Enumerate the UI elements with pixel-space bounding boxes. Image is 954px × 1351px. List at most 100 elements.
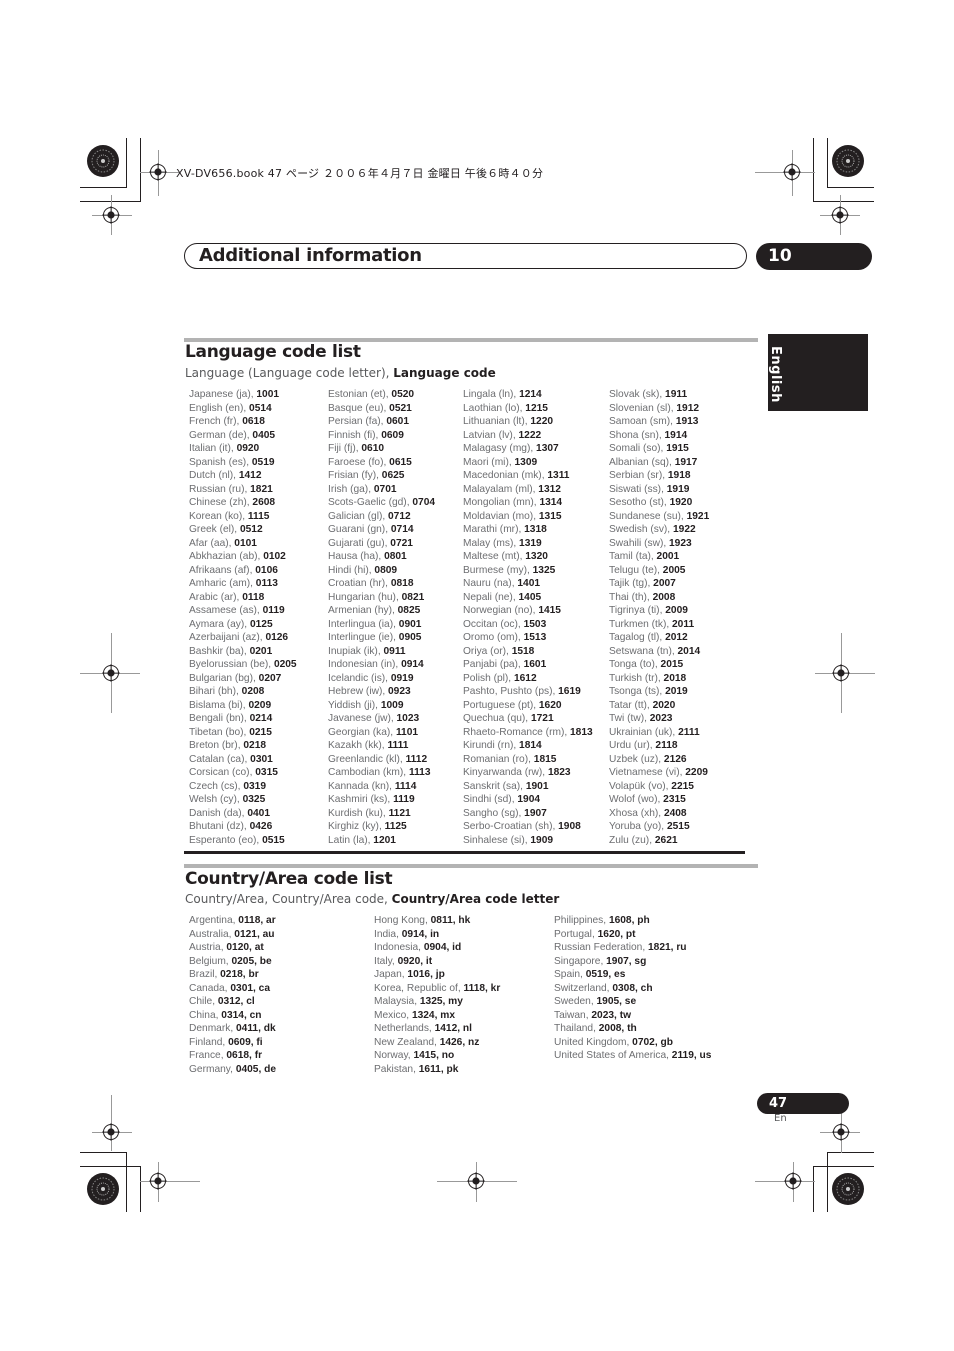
item-name: Afar (aa), (189, 537, 235, 549)
item-code: 1612 (513, 672, 537, 684)
code-list-item: India, 0914, in (374, 928, 500, 942)
item-code: 0113 (255, 578, 278, 589)
item-code: 0714 (390, 524, 414, 535)
code-list-item: Turkmen (tk), 2011 (609, 618, 709, 632)
item-name: Samoan (sm), (609, 416, 676, 427)
code-list-item: German (de), 0405 (189, 429, 297, 443)
registration-mark-icon (102, 1123, 120, 1141)
item-code: 0521 (389, 402, 412, 414)
code-list-item: Inupiak (ik), 0911 (328, 645, 435, 659)
item-code: 0315 (255, 767, 278, 778)
item-name: Hungarian (hu), (328, 591, 402, 603)
item-name: Guarani (gn), (328, 524, 391, 535)
item-name: Bhutani (dz), (189, 821, 250, 832)
code-list-item: Kashmiri (ks), 1119 (328, 793, 435, 807)
code-list-item: Romanian (ro), 1815 (463, 753, 593, 767)
code-list-item: English (en), 0514 (189, 402, 297, 416)
item-code: 0301 (250, 753, 273, 765)
code-list-item: Portugal, 1620, pt (554, 928, 711, 942)
item-name: Greek (el), (189, 524, 240, 535)
code-list-item: Zulu (zu), 2621 (609, 834, 709, 848)
item-name: Japanese (ja), (189, 389, 257, 400)
code-list-item: Sindhi (sd), 1904 (463, 793, 593, 807)
item-name: Brazil, (189, 969, 221, 980)
code-list-item: Bashkir (ba), 0201 (189, 645, 297, 659)
item-code: 1914 (664, 429, 688, 441)
code-list-item: Italy, 0920, it (374, 955, 500, 969)
item-name: Czech (cs), (189, 780, 244, 792)
item-name: Mongolian (mn), (463, 497, 540, 508)
item-code: 0911 (383, 645, 406, 657)
item-code: 0401 (247, 807, 270, 819)
item-name: Mexico, (374, 1009, 412, 1021)
code-list-item: Korea, Republic of, 1118, kr (374, 982, 500, 996)
code-list-item: Oromo (om), 1513 (463, 631, 593, 645)
code-list-item: Twi (tw), 2023 (609, 712, 709, 726)
item-code: 2408 (663, 807, 687, 819)
item-name: Welsh (cy), (189, 794, 243, 805)
code-list-item: Marathi (mr), 1318 (463, 523, 593, 537)
item-name: Polish (pl), (463, 672, 514, 684)
item-code: 1821, ru (648, 942, 687, 953)
item-code: 2012 (665, 632, 688, 643)
item-code: 1412 (238, 470, 262, 481)
item-code: 1112 (405, 753, 428, 765)
item-name: Danish (da), (189, 807, 248, 819)
code-list-item: Italian (it), 0920 (189, 442, 297, 456)
item-name: Setswana (tn), (609, 645, 678, 657)
code-list-item: Cambodian (km), 1113 (328, 766, 435, 780)
item-code: 0205, be (231, 955, 272, 967)
language-column: Slovak (sk), 1911 Slovenian (sl), 1912 Sam… (609, 388, 709, 847)
item-code: 1307 (536, 443, 559, 454)
item-code: 1311 (547, 470, 570, 481)
item-code: 0215 (249, 726, 272, 738)
code-list-item: Portuguese (pt), 1620 (463, 699, 593, 713)
item-code: 1315 (538, 510, 562, 522)
subtitle-bold: Country/Area code letter (391, 892, 560, 906)
code-list-item: Kannada (kn), 1114 (328, 780, 435, 794)
item-name: Vietnamese (vi), (609, 767, 686, 778)
code-list-item: New Zealand, 1426, nz (374, 1036, 500, 1050)
code-list-item: Bengali (bn), 0214 (189, 712, 297, 726)
code-list-item: Argentina, 0118, ar (189, 914, 276, 928)
item-name: Azerbaijani (az), (189, 632, 266, 643)
item-name: Frisian (fy), (328, 470, 382, 481)
item-code: 1125 (384, 821, 407, 832)
item-name: Nepali (ne), (463, 591, 519, 603)
item-code: 2020 (652, 699, 676, 711)
item-code: 0519 (251, 456, 275, 468)
crop-line (813, 1166, 874, 1167)
starburst-crop-icon (87, 1173, 119, 1205)
page-number: 47 (769, 1096, 788, 1111)
code-list-item: Spanish (es), 0519 (189, 456, 297, 470)
code-list-item: Arabic (ar), 0118 (189, 591, 297, 605)
item-name: Malagasy (mg), (463, 443, 537, 454)
item-code: 0721 (390, 537, 413, 549)
item-name: German (de), (189, 429, 253, 441)
item-code: 0920, it (397, 955, 433, 967)
item-code: 1907, sg (606, 955, 647, 967)
starburst-crop-icon (832, 145, 864, 177)
code-list-item: Hungarian (hu), 0821 (328, 591, 435, 605)
item-name: Bulgarian (bg), (189, 672, 259, 684)
language-section-subtitle: Language (Language code letter), Languag… (185, 366, 496, 381)
item-code: 0712 (388, 510, 411, 522)
code-list-item: Esperanto (eo), 0515 (189, 834, 297, 848)
code-list-item: Hong Kong, 0811, hk (374, 914, 500, 928)
item-name: Aymara (ay), (189, 618, 250, 630)
item-name: English (en), (189, 402, 250, 414)
item-name: Netherlands, (374, 1023, 435, 1034)
item-name: Serbian (sr), (609, 470, 668, 481)
code-list-item: Denmark, 0411, dk (189, 1022, 276, 1036)
code-list-item: Thai (th), 2008 (609, 591, 709, 605)
code-list-item: Sweden, 1905, se (554, 995, 711, 1009)
code-list-item: Finnish (fi), 0609 (328, 429, 435, 443)
item-name: Philippines, (554, 915, 609, 926)
item-code: 0811, hk (430, 915, 471, 926)
item-name: Malaysia, (374, 996, 420, 1007)
registration-mark-icon (149, 163, 167, 181)
item-name: Finnish (fi), (328, 429, 382, 441)
item-name: Oriya (or), (463, 645, 512, 657)
item-name: Pakistan, (374, 1063, 419, 1075)
item-code: 1215 (525, 402, 548, 414)
